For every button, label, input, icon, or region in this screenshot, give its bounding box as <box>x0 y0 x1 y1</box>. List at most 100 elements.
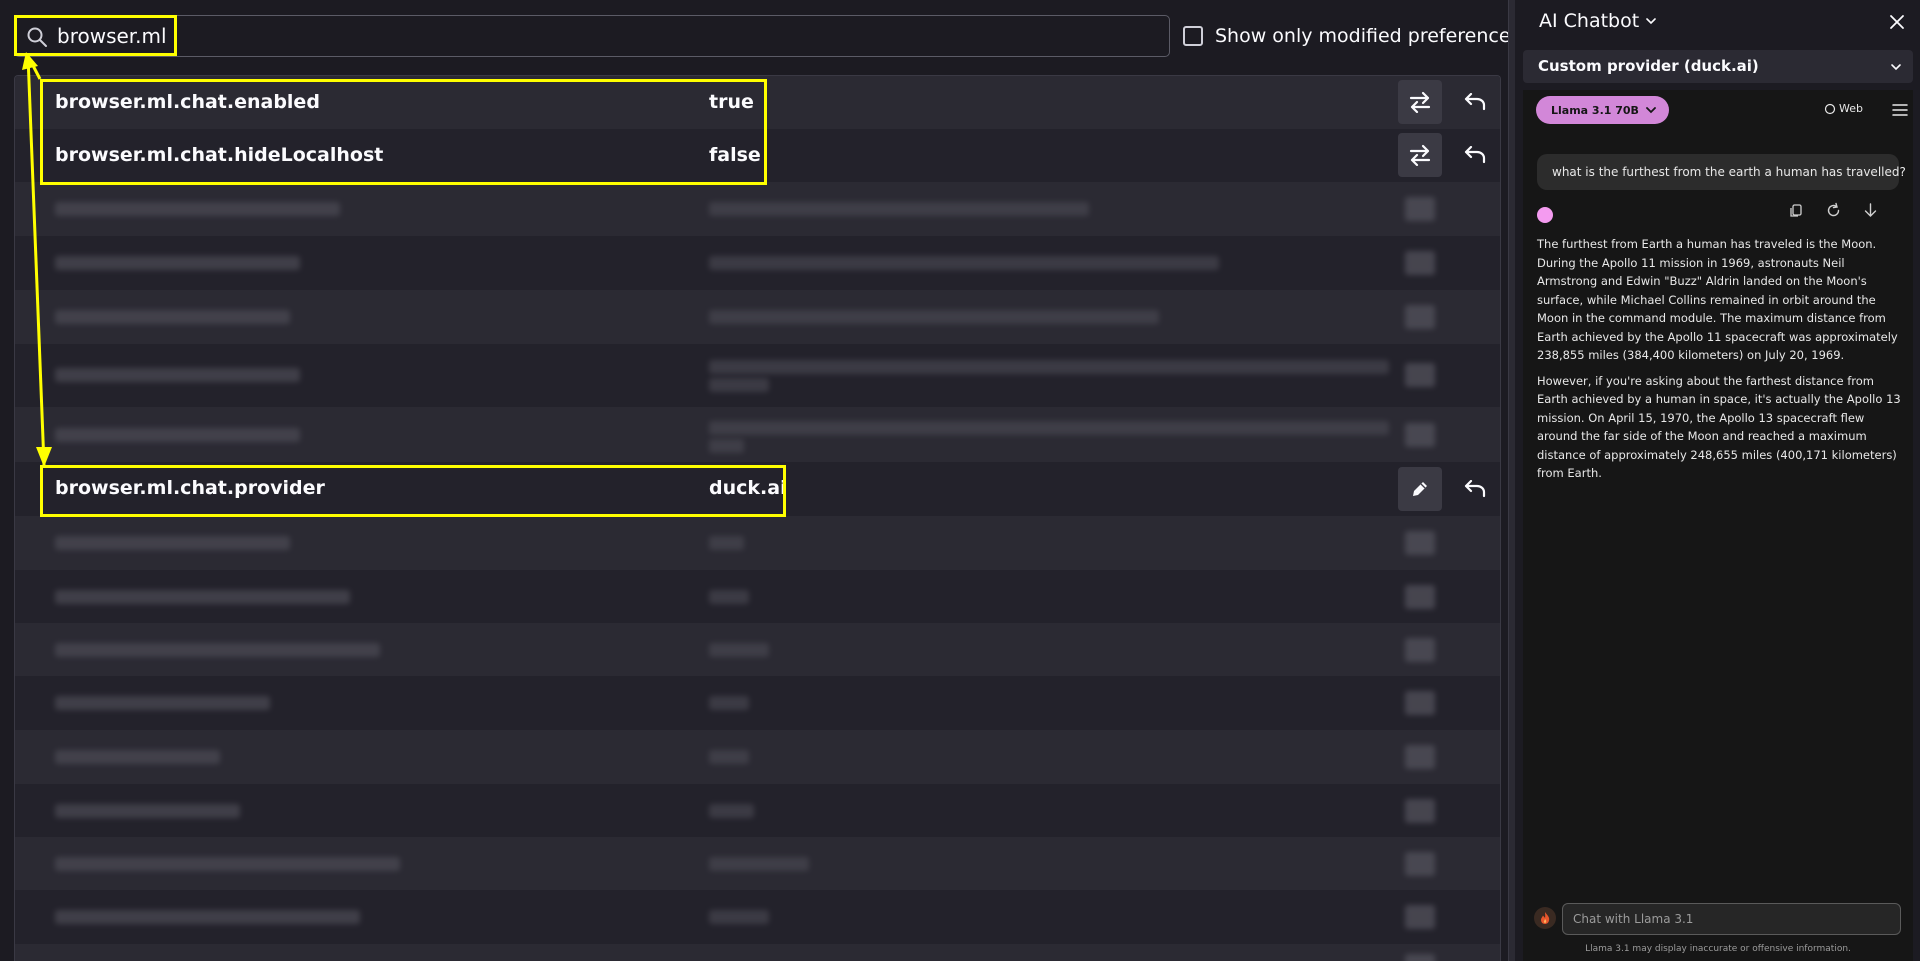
fire-icon <box>1541 912 1550 924</box>
user-message: what is the furthest from the earth a hu… <box>1537 154 1906 190</box>
show-modified-checkbox[interactable] <box>1183 26 1203 46</box>
blurred-text <box>709 910 769 924</box>
about-config-panel: Show only modified preferences browser.m… <box>0 0 1520 961</box>
blurred-button <box>1405 423 1435 447</box>
search-input[interactable] <box>57 22 1157 50</box>
scroll-down-button[interactable] <box>1862 202 1879 219</box>
blurred-button <box>1405 852 1435 876</box>
reset-button[interactable] <box>1461 141 1489 169</box>
blurred-text <box>709 750 749 764</box>
copy-icon <box>1790 204 1802 217</box>
blurred-row <box>15 570 1500 623</box>
chat-input[interactable] <box>1562 903 1901 935</box>
blurred-button <box>1405 197 1435 221</box>
arrow-down-icon <box>1864 203 1877 217</box>
edit-button[interactable] <box>1398 467 1442 511</box>
blurred-button <box>1405 305 1435 329</box>
blurred-button <box>1405 585 1435 609</box>
blurred-text <box>55 696 270 710</box>
blurred-row <box>15 236 1500 290</box>
blurred-text <box>709 439 744 453</box>
blurred-button <box>1405 251 1435 275</box>
blurred-text <box>709 378 769 392</box>
chevron-down-icon <box>1891 64 1901 71</box>
preferences-table: browser.ml.chat.enabled true browser.ml.… <box>14 75 1501 961</box>
hamburger-menu-icon[interactable] <box>1892 103 1908 117</box>
sidebar-title-menu[interactable]: AI Chatbot <box>1539 10 1657 32</box>
model-label: Llama 3.1 70B <box>1551 103 1639 117</box>
swap-arrows-icon <box>1409 144 1431 166</box>
blurred-text <box>709 804 754 818</box>
blurred-row <box>15 837 1500 890</box>
toggle-button[interactable] <box>1398 133 1442 177</box>
blurred-row <box>15 182 1500 236</box>
reset-button[interactable] <box>1461 88 1489 116</box>
blurred-button <box>1405 638 1435 662</box>
close-icon[interactable] <box>1886 11 1908 33</box>
undo-icon <box>1464 93 1486 111</box>
blurred-button <box>1405 954 1435 961</box>
web-label: Web <box>1839 102 1863 115</box>
undo-icon <box>1464 146 1486 164</box>
blurred-text <box>55 857 400 871</box>
fire-button[interactable] <box>1534 907 1556 929</box>
chevron-down-icon <box>1646 18 1656 25</box>
blurred-text <box>709 256 1219 270</box>
blurred-text <box>709 310 1159 324</box>
globe-icon <box>1824 103 1836 114</box>
search-box[interactable] <box>14 15 1170 57</box>
blurred-text <box>709 360 1389 374</box>
answer-paragraph: The furthest from Earth a human has trav… <box>1537 237 1898 362</box>
swap-arrows-icon <box>1409 91 1431 113</box>
arrow-head-up <box>22 52 38 70</box>
blurred-button <box>1405 905 1435 929</box>
sidebar-title: AI Chatbot <box>1539 10 1640 32</box>
blurred-text <box>709 590 749 604</box>
reset-button[interactable] <box>1461 475 1489 503</box>
blurred-row <box>15 784 1500 837</box>
blurred-text <box>55 643 380 657</box>
toggle-prefs-highlight-box <box>40 79 767 185</box>
blurred-button <box>1405 691 1435 715</box>
undo-icon <box>1464 480 1486 498</box>
ai-chatbot-sidebar: AI Chatbot Custom provider (duck.ai) Lla… <box>1515 0 1920 961</box>
blurred-text <box>709 536 744 550</box>
blurred-text <box>709 696 749 710</box>
regenerate-button[interactable] <box>1825 202 1842 219</box>
blurred-text <box>55 910 360 924</box>
pencil-icon <box>1413 482 1427 496</box>
blurred-row <box>15 623 1500 676</box>
blurred-text <box>55 750 220 764</box>
message-actions <box>1788 202 1879 219</box>
arrow-head-down <box>36 447 52 467</box>
blurred-text <box>709 202 1089 216</box>
blurred-row <box>15 890 1500 944</box>
assistant-avatar <box>1537 207 1553 223</box>
annotation-arrows <box>22 52 52 467</box>
model-selector-button[interactable]: Llama 3.1 70B <box>1536 96 1669 124</box>
disclaimer: Llama 3.1 may display inaccurate or offe… <box>1585 944 1851 954</box>
blurred-text <box>55 804 240 818</box>
blurred-text <box>709 421 1389 435</box>
provider-select[interactable]: Custom provider (duck.ai) <box>1523 50 1913 83</box>
blurred-button <box>1405 799 1435 823</box>
blurred-row <box>15 407 1500 462</box>
answer-paragraph: However, if you're asking about the fart… <box>1537 373 1901 481</box>
blurred-row <box>15 516 1500 570</box>
blurred-button <box>1405 531 1435 555</box>
provider-label: Custom provider (duck.ai) <box>1538 57 1759 75</box>
toggle-button[interactable] <box>1398 80 1442 124</box>
copy-button[interactable] <box>1788 202 1805 219</box>
show-modified-toggle[interactable]: Show only modified preferences <box>1183 25 1520 47</box>
assistant-answer: The furthest from Earth a human has trav… <box>1537 235 1907 490</box>
blurred-row <box>15 676 1500 730</box>
web-search-toggle[interactable]: Web <box>1824 102 1863 115</box>
blurred-row <box>15 344 1500 407</box>
blurred-text <box>55 536 290 550</box>
sidebar-splitter[interactable] <box>1508 0 1515 961</box>
chevron-down-icon <box>1646 107 1656 114</box>
blurred-row <box>15 290 1500 344</box>
blurred-text <box>709 643 769 657</box>
blurred-row <box>15 944 1500 961</box>
blurred-text <box>55 590 350 604</box>
